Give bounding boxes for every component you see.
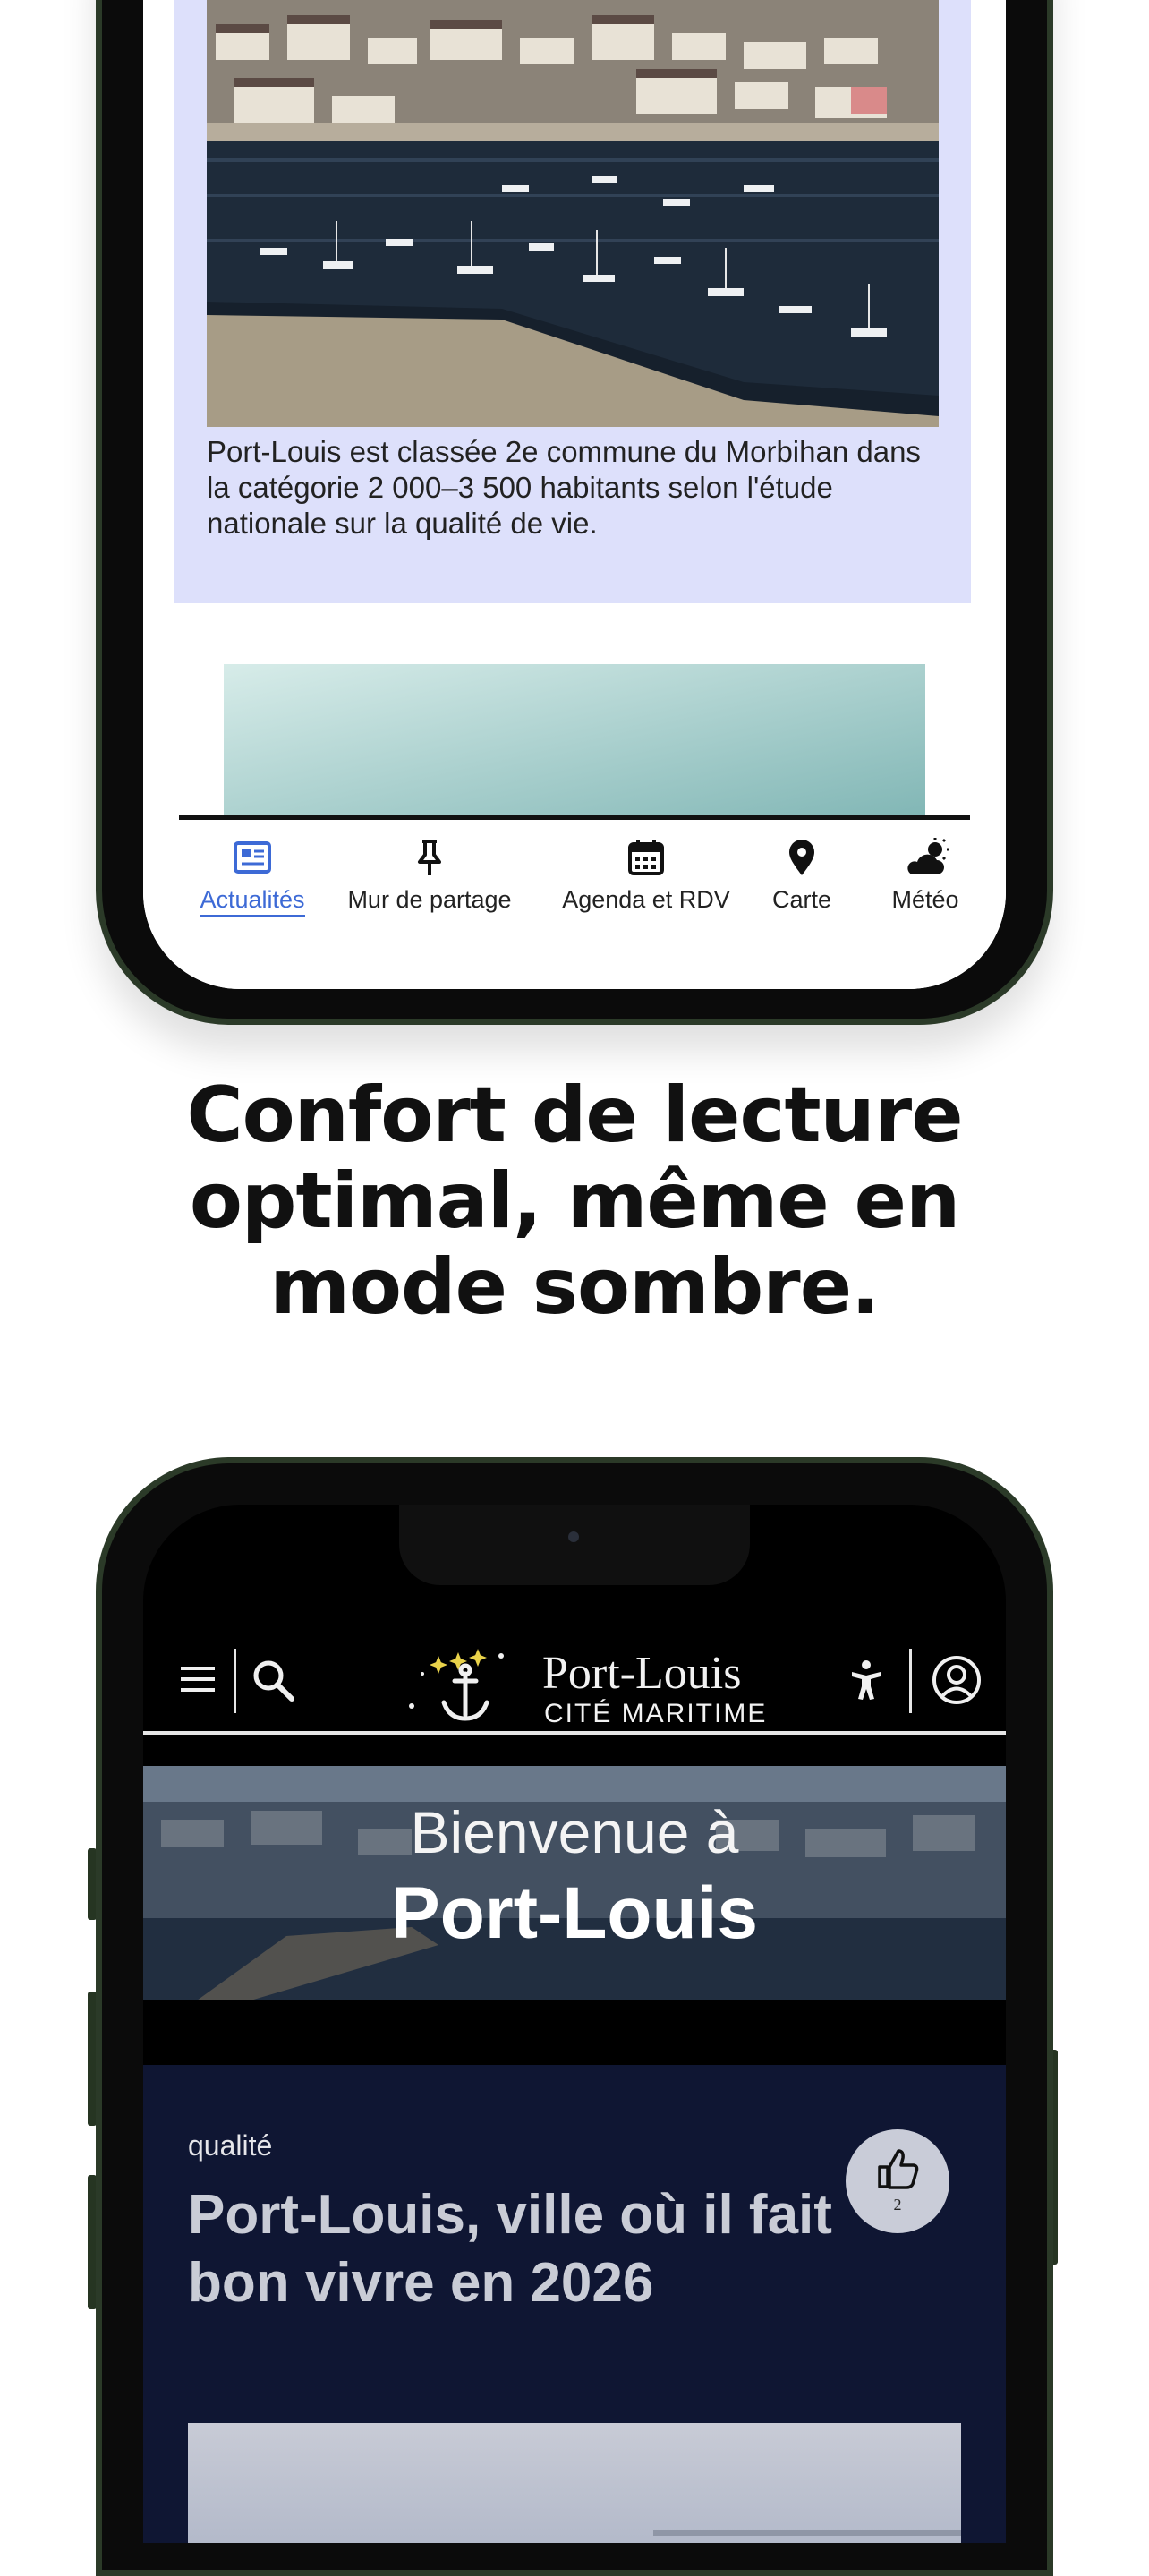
tab-actualites[interactable]: Actualités [190,837,315,917]
search-icon[interactable] [251,1658,297,1709]
article-title: Port-Louis, ville où il fait bon vivre e… [188,2184,832,2314]
accessibility-icon[interactable] [848,1659,884,1705]
weather-icon [905,837,949,878]
user-account-icon[interactable] [931,1654,983,1710]
dynamic-island [399,1505,750,1585]
like-count: 2 [893,2196,902,2213]
newspaper-icon [232,837,273,878]
article-category: qualité [188,2129,273,2162]
promo-headline: Confort de lecture optimal, même en mode… [186,1070,963,1332]
header-separator [234,1649,236,1713]
article-caption: Port-Louis est classée 2e commune du Mor… [207,435,921,540]
site-header: Port-Louis CITÉ MARITIME [143,1625,1006,1733]
tab-bar-divider [179,815,970,820]
tab-meteo[interactable]: Météo [881,837,970,914]
anchor-emblem-icon [409,1649,504,1721]
calendar-icon [626,837,667,878]
tab-label: Agenda et RDV [562,886,730,913]
bottom-phone-frame: Port-Louis CITÉ MARITIME Bienvenue à Por… [96,1457,1053,2576]
bottom-phone-screen: Port-Louis CITÉ MARITIME Bienvenue à Por… [143,1505,1006,2543]
harbor-photo [207,0,939,427]
map-pin-icon [781,837,822,878]
banner-welcome-text: Bienvenue à [410,1799,739,1865]
like-button[interactable]: 2 [846,2129,949,2233]
banner-town-name: Port-Louis [391,1872,758,1954]
menu-icon[interactable] [181,1661,217,1702]
tab-label: Mur de partage [347,886,512,913]
article-card[interactable]: qualité Port-Louis, ville où il fait bon… [143,2065,1006,2543]
pin-icon [409,837,450,878]
tab-label: Actualités [200,886,305,917]
tab-carte[interactable]: Carte [757,837,847,914]
tab-agenda[interactable]: Agenda et RDV [558,837,734,914]
camera-dot [568,1531,579,1542]
welcome-banner: Bienvenue à Port-Louis [143,1766,1006,2000]
header-divider [143,1731,1006,1735]
header-separator [909,1649,912,1713]
logo-name: Port-Louis [542,1648,742,1699]
tab-label: Carte [771,886,832,913]
article-photo [188,2423,961,2543]
port-louis-logo[interactable]: Port-Louis CITÉ MARITIME [403,1629,779,1728]
tab-label: Météo [891,886,959,913]
top-phone-frame: Port-Louis est classée 2e commune du Mor… [96,0,1053,1025]
article-card[interactable]: Port-Louis est classée 2e commune du Mor… [174,0,971,603]
tab-mur-de-partage[interactable]: Mur de partage [342,837,517,914]
logo-subtitle: CITÉ MARITIME [544,1699,768,1728]
top-phone-screen: Port-Louis est classée 2e commune du Mor… [143,0,1006,989]
article-photo [224,664,925,825]
bottom-tab-bar: Actualités Mur de partage Agenda et RDV … [143,815,1006,989]
thumbs-up-icon [878,2149,919,2189]
